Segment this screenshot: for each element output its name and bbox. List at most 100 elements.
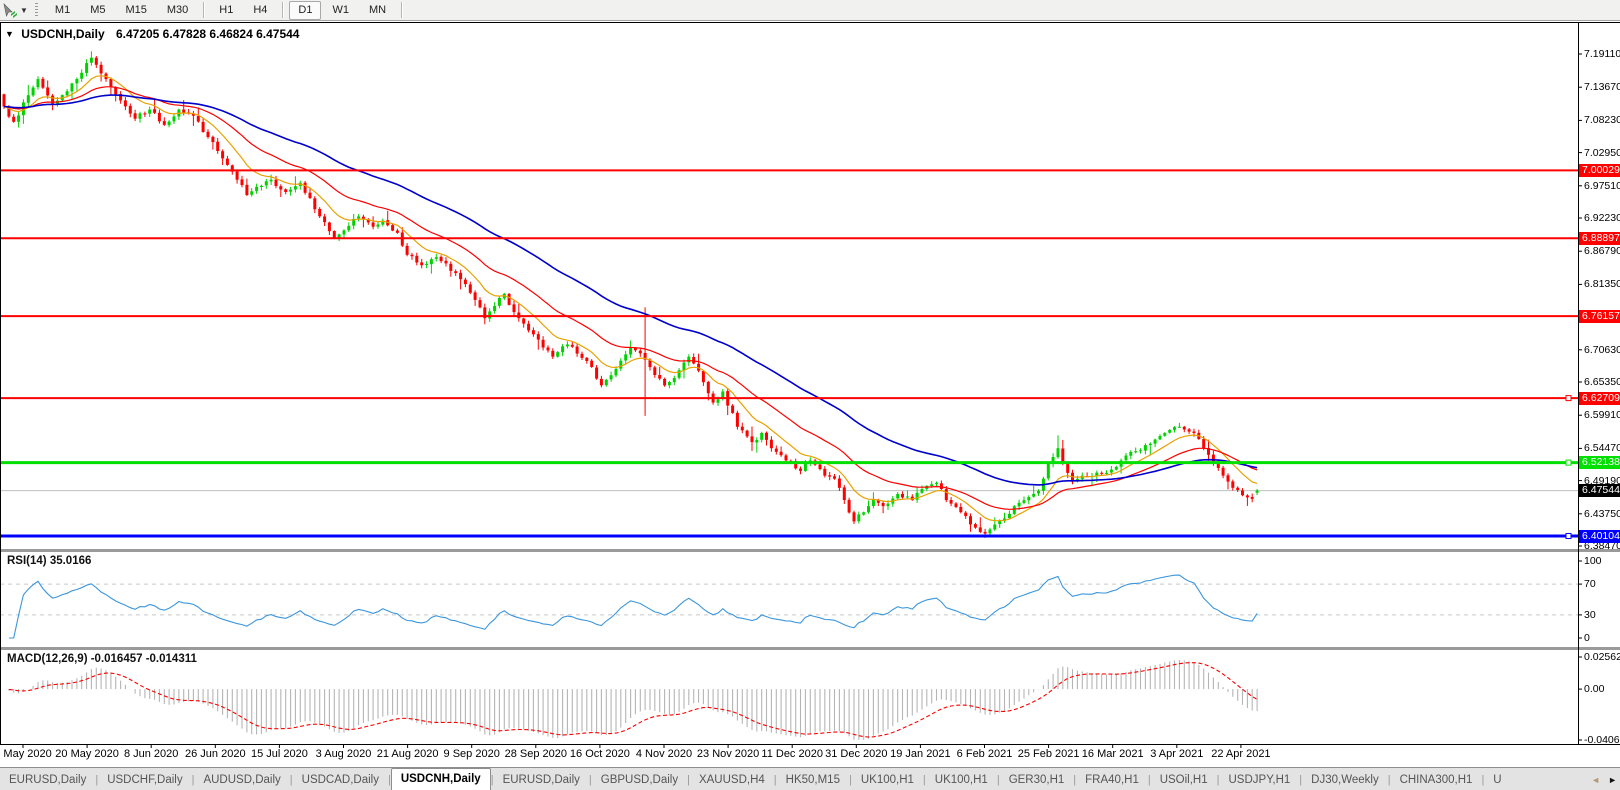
price-axis-tick: 7.02950: [1584, 146, 1620, 159]
tab-u[interactable]: U: [1484, 770, 1510, 790]
date-axis-label: 21 Aug 2020: [376, 748, 439, 760]
date-axis-label: 11 Dec 2020: [761, 748, 823, 760]
tab-usdchf-daily[interactable]: USDCHF,Daily: [98, 770, 191, 790]
period-button-m1[interactable]: M1: [46, 1, 79, 20]
period-button-w1[interactable]: W1: [323, 1, 358, 20]
price-axis-tick: 6.92230: [1584, 212, 1620, 224]
mt4-window: ▼ M1 M5 M15 M30 H1 H4 D1 W1 MN ▼ USDCNH,Daily 6.…: [0, 0, 1620, 790]
date-axis-label: 19 Jan 2021: [890, 748, 951, 760]
tab-hk50-m15[interactable]: HK50,M15: [777, 770, 849, 790]
toolbar-separator: [203, 2, 205, 18]
period-button-mn[interactable]: MN: [360, 1, 395, 20]
chart-symbol-label: USDCNH,Daily: [21, 27, 105, 41]
price-axis-tick: 6.81350: [1584, 278, 1620, 291]
period-button-m5[interactable]: M5: [81, 1, 114, 20]
date-axis-label: 6 Feb 2021: [956, 748, 1013, 760]
toolbar-dropdown-caret-icon[interactable]: ▼: [20, 6, 28, 15]
price-axis-tick: 7.19110: [1584, 48, 1620, 60]
price-axis-tick: 6.86790: [1584, 245, 1620, 258]
date-axis-label: 1 May 2020: [0, 748, 52, 760]
date-axis-label: 16 Oct 2020: [569, 748, 630, 760]
tab-scroll-arrows: ◄ ►: [1586, 775, 1617, 785]
price-axis-tick: 6.59910: [1584, 409, 1620, 422]
macd-axis-tick: 0.00: [1584, 683, 1605, 696]
macd-axis-tick: -0.040687: [1584, 734, 1620, 746]
macd-axis-tick: 0.025623: [1584, 651, 1620, 663]
rsi-indicator-label: RSI(14) 35.0166: [7, 555, 92, 567]
price-axis-tick: 6.97510: [1584, 179, 1620, 192]
date-axis-label: 16 Mar 2021: [1081, 748, 1144, 760]
date-axis-label: 26 Jun 2020: [185, 748, 246, 760]
price-axis-tick: 7.08230: [1584, 114, 1620, 127]
candles: [2, 51, 1259, 538]
period-button-m30[interactable]: M30: [158, 1, 197, 20]
date-axis-label: 8 Jun 2020: [123, 748, 179, 760]
moving-average-line: [3, 86, 1258, 510]
tab-eurusd-daily[interactable]: EURUSD,Daily: [494, 770, 589, 790]
tab-uk100-h1[interactable]: UK100,H1: [852, 770, 923, 790]
rsi-axis-tick: 70: [1584, 578, 1596, 591]
moving-average-line: [3, 75, 1258, 522]
date-axis-label: 3 Apr 2021: [1150, 748, 1204, 760]
tab-usdcad-daily[interactable]: USDCAD,Daily: [293, 770, 388, 790]
toolbar-separator: [401, 2, 403, 18]
date-axis-label: 20 May 2020: [55, 748, 119, 760]
tab-audusd-daily[interactable]: AUDUSD,Daily: [194, 770, 289, 790]
toolbar-separator: [282, 2, 284, 18]
date-axis-label: 4 Nov 2020: [635, 748, 693, 760]
period-button-h4[interactable]: H4: [244, 1, 276, 20]
period-button-h1[interactable]: H1: [210, 1, 242, 20]
timeframe-toolbar: ▼ M1 M5 M15 M30 H1 H4 D1 W1 MN: [0, 0, 1620, 21]
tab-usdjpy-h1[interactable]: USDJPY,H1: [1220, 770, 1300, 790]
chart-ohlc-values: 6.47205 6.47828 6.46824 6.47544: [115, 27, 300, 41]
hline-drag-handle[interactable]: [1565, 459, 1572, 466]
price-axis-tick: 6.65350: [1584, 376, 1620, 388]
chart-svg: [0, 22, 1620, 748]
date-axis-label: 31 Dec 2020: [825, 748, 888, 760]
price-axis-tick: 7.13670: [1584, 81, 1620, 94]
tab-dj30-weekly[interactable]: DJ30,Weekly: [1302, 770, 1388, 790]
rsi-axis-tick: 100: [1584, 555, 1602, 567]
tab-xauusd-h4[interactable]: XAUUSD,H4: [690, 770, 774, 790]
current-price-label: 6.47544: [1579, 484, 1620, 498]
tab-usoil-h1[interactable]: USOil,H1: [1151, 770, 1217, 790]
price-line-label: 6.52138: [1579, 456, 1620, 470]
rsi-axis-tick: 30: [1584, 608, 1596, 621]
macd-indicator-label: MACD(12,26,9) -0.016457 -0.014311: [7, 653, 197, 665]
tab-ger30-h1[interactable]: GER30,H1: [1000, 770, 1074, 790]
date-axis-label: 9 Sep 2020: [443, 748, 500, 760]
hline-drag-handle[interactable]: [1565, 533, 1572, 539]
tab-usdcnh-daily[interactable]: USDCNH,Daily: [390, 768, 491, 790]
chart-title: ▼ USDCNH,Daily 6.47205 6.47828 6.46824 6…: [5, 27, 299, 41]
tab-scroll-right-icon[interactable]: ►: [1608, 775, 1617, 785]
date-axis-label: 23 Nov 2020: [696, 748, 760, 760]
toolbar-grip-handle[interactable]: [34, 3, 38, 17]
date-axis-label: 15 Jul 2020: [250, 748, 308, 760]
price-line-label: 6.40104: [1579, 529, 1620, 543]
period-button-m15[interactable]: M15: [116, 1, 155, 20]
date-axis-label: 25 Feb 2021: [1017, 748, 1080, 760]
price-line-label: 7.00029: [1579, 163, 1620, 177]
price-axis-tick: 6.54470: [1584, 442, 1620, 455]
collapse-triangle-icon[interactable]: ▼: [5, 29, 14, 39]
price-line-label: 6.88897: [1579, 231, 1620, 245]
tab-china300-h1[interactable]: CHINA300,H1: [1391, 770, 1482, 790]
hline-drag-handle[interactable]: [1565, 395, 1572, 402]
tab-scroll-left-icon[interactable]: ◄: [1591, 775, 1600, 785]
price-line-label: 6.62709: [1579, 391, 1620, 405]
date-axis-label: 28 Sep 2020: [504, 748, 567, 760]
tab-eurusd-daily[interactable]: EURUSD,Daily: [0, 770, 95, 790]
tab-fra40-h1[interactable]: FRA40,H1: [1076, 770, 1148, 790]
price-line-label: 6.76157: [1579, 309, 1620, 323]
rsi-axis-tick: 0: [1584, 632, 1590, 644]
date-axis-label: 3 Aug 2020: [315, 748, 372, 760]
tab-uk100-h1[interactable]: UK100,H1: [926, 770, 997, 790]
macd-signal-line: [8, 662, 1258, 738]
cursor-tool-icon[interactable]: [1, 2, 19, 18]
horizontal-lines[interactable]: [0, 169, 1578, 539]
chart-tab-bar: EURUSD,Daily | USDCHF,Daily | AUDUSD,Daily | U…: [0, 767, 1620, 790]
period-button-d1[interactable]: D1: [289, 0, 322, 20]
tab-gbpusd-daily[interactable]: GBPUSD,Daily: [592, 770, 687, 790]
moving-average-line: [3, 94, 1258, 486]
date-axis-label: 22 Apr 2021: [1211, 748, 1271, 760]
